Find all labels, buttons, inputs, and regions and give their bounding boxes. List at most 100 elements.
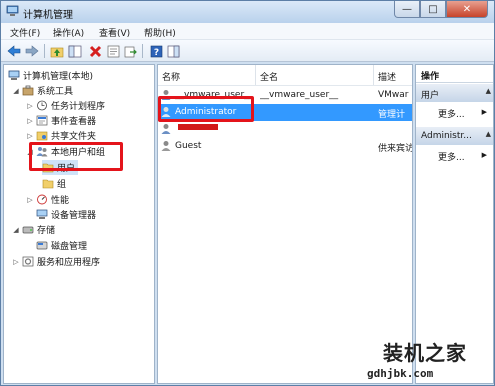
tree-item-system-tools[interactable]: ◢ 系统工具 [12,83,73,98]
header-divider [158,85,412,86]
computer-icon [8,70,20,81]
tree-item-task-scheduler[interactable]: ▷ 任务计划程序 [26,98,105,113]
column-header-name[interactable]: 名称 [158,65,256,85]
tree-item-performance[interactable]: ▷ 性能 [26,192,69,207]
close-button[interactable]: ✕ [446,1,488,18]
folder-icon [42,178,54,189]
toolbar-separator [44,44,45,58]
shared-folder-icon [36,130,48,141]
services-icon [22,256,34,267]
section-label: 用户 [421,91,440,101]
disk-icon [36,240,48,251]
tree-label-performance: 性能 [51,196,70,206]
window-controls: — □ ✕ [394,1,488,19]
menu-bar: 文件(F) 操作(A) 查看(V) 帮助(H) [1,23,494,40]
tree-label-shared-folders: 共享文件夹 [51,132,97,142]
close-icon: ✕ [462,3,472,15]
up-folder-icon[interactable] [49,43,65,59]
tree-item-root[interactable]: 计算机管理(本地) [8,68,93,83]
more-actions-users[interactable]: 更多... [438,107,465,120]
expanded-arrow-icon[interactable]: ◢ [12,226,20,234]
properties-icon[interactable] [105,43,121,59]
redaction-mark [178,124,218,130]
actions-section-users[interactable]: 用户 ▲ [416,84,493,102]
collapsed-arrow-icon[interactable]: ▷ [26,117,34,125]
menu-help[interactable]: 帮助(H) [144,26,176,39]
tree-label-system-tools: 系统工具 [37,87,74,97]
maximize-button[interactable]: □ [420,1,446,18]
show-tree-icon[interactable] [67,43,83,59]
user-icon [161,140,173,155]
window-title: 计算机管理 [23,10,73,21]
tree-label-services-apps: 服务和应用程序 [37,258,101,268]
toolbar-separator [142,44,143,58]
forward-icon[interactable] [24,43,40,59]
collapsed-arrow-icon[interactable]: ▷ [26,196,34,204]
section-label: Administr... [421,131,472,141]
minimize-icon: — [402,3,412,15]
event-log-icon [36,115,48,126]
console-tree: 计算机管理(本地) ◢ 系统工具 ▷ 任务计划程序 ▷ 事件查看器 ▷ 共享文件… [3,64,155,384]
export-icon[interactable] [122,43,138,59]
actions-title: 操作 [416,65,493,83]
tree-item-device-manager[interactable]: 设备管理器 [36,207,96,222]
collapsed-arrow-icon[interactable]: ▷ [26,132,34,140]
submenu-arrow-icon: ▶ [481,108,487,116]
tree-label-task-scheduler: 任务计划程序 [51,102,106,112]
delete-icon[interactable] [87,43,103,59]
annotation-box-local-users-groups [29,142,123,171]
watermark-text: 装机之家 [383,341,467,365]
row-description: VMwar [378,90,409,100]
toolbox-icon [22,85,34,96]
collapse-up-icon[interactable]: ▲ [486,87,491,95]
column-header-description[interactable]: 描述 [374,65,412,85]
show-action-pane-icon[interactable] [165,43,181,59]
tree-item-event-viewer[interactable]: ▷ 事件查看器 [26,113,96,128]
storage-icon [22,224,34,235]
tree-item-groups[interactable]: 组 [42,176,66,191]
tree-label-disk-management: 磁盘管理 [51,242,88,252]
list-row-redacted-user[interactable] [158,121,412,138]
tree-item-services-apps[interactable]: ▷ 服务和应用程序 [12,254,100,269]
tree-label-device-manager: 设备管理器 [51,211,97,221]
tree-item-storage[interactable]: ◢ 存储 [12,222,55,237]
tree-label-groups: 组 [57,180,67,190]
tree-label-storage: 存储 [37,226,56,236]
list-row-guest[interactable]: Guest 供来宾访 [158,138,413,155]
collapsed-arrow-icon[interactable]: ▷ [12,258,20,266]
computer-management-icon [6,5,19,17]
performance-icon [36,194,48,205]
collapsed-arrow-icon[interactable]: ▷ [26,102,34,110]
help-icon[interactable]: ? [148,43,164,59]
collapse-up-icon[interactable]: ▲ [486,130,491,138]
row-name: Guest [175,141,202,151]
user-icon [161,123,173,138]
tree-item-disk-management[interactable]: 磁盘管理 [36,238,87,253]
row-description: 供来宾访 [378,144,413,154]
back-icon[interactable] [6,43,22,59]
clock-icon [36,100,48,111]
actions-section-administrator[interactable]: Administr... ▲ [416,127,493,145]
title-bar[interactable]: 计算机管理 — □ ✕ [1,1,494,23]
row-description: 管理计 [378,110,406,120]
svg-text:?: ? [153,48,158,58]
tree-item-shared-folders[interactable]: ▷ 共享文件夹 [26,128,96,143]
expanded-arrow-icon[interactable]: ◢ [12,87,20,95]
menu-view[interactable]: 查看(V) [99,26,130,39]
row-full-name: __vmware_user__ [260,90,339,100]
actions-pane: 操作 用户 ▲ 更多... ▶ Administr... ▲ 更多... ▶ [415,64,494,384]
submenu-arrow-icon: ▶ [481,151,487,159]
menu-action[interactable]: 操作(A) [53,26,84,39]
watermark-url: gdhjbk.com [367,367,434,380]
menu-file[interactable]: 文件(F) [10,26,40,39]
more-actions-administrator[interactable]: 更多... [438,150,465,163]
tree-label-root: 计算机管理(本地) [23,72,94,82]
toolbar: ? [1,40,494,62]
minimize-button[interactable]: — [394,1,420,18]
maximize-icon: □ [428,3,438,15]
annotation-box-administrator [158,96,254,122]
tree-label-event-viewer: 事件查看器 [51,117,97,127]
device-manager-icon [36,209,48,220]
column-header-full-name[interactable]: 全名 [256,65,374,85]
computer-management-window: 计算机管理 — □ ✕ 文件(F) 操作(A) 查看(V) 帮助(H) ? 计算… [0,0,495,386]
